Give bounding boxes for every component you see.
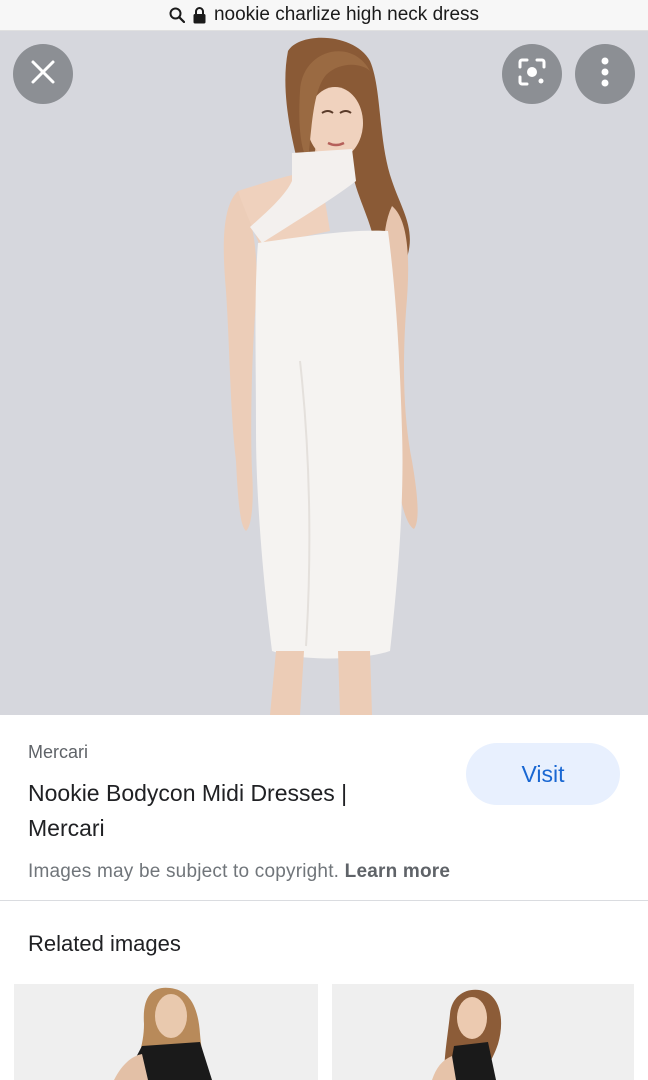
close-icon	[30, 59, 56, 90]
copyright-text: Images may be subject to copyright.	[28, 861, 340, 882]
more-options-button[interactable]	[575, 44, 635, 104]
copyright-notice: Images may be subject to copyright. Lear…	[28, 861, 450, 883]
lens-button[interactable]	[502, 44, 562, 104]
related-image-thumbnail[interactable]	[332, 984, 634, 1080]
related-image-2	[332, 984, 634, 1080]
close-button[interactable]	[13, 44, 73, 104]
source-name[interactable]: Mercari	[28, 742, 88, 763]
related-image-thumbnail[interactable]	[14, 984, 318, 1080]
more-vert-icon	[601, 57, 609, 92]
image-viewer[interactable]	[0, 31, 648, 715]
product-image	[0, 31, 648, 715]
related-images-heading: Related images	[28, 931, 181, 956]
search-icon	[169, 7, 185, 23]
section-divider	[0, 900, 648, 901]
lens-icon	[517, 57, 547, 92]
result-info-panel: Mercari Nookie Bodycon Midi Dresses | Me…	[0, 715, 648, 900]
learn-more-link[interactable]: Learn more	[345, 861, 450, 882]
visit-button[interactable]: Visit	[466, 743, 620, 805]
related-image-1	[14, 984, 318, 1080]
url-text: nookie charlize high neck dress	[213, 4, 480, 25]
lock-icon	[193, 6, 206, 24]
result-title[interactable]: Nookie Bodycon Midi Dresses | Mercari	[28, 776, 428, 846]
address-bar[interactable]: nookie charlize high neck dress	[0, 0, 648, 31]
